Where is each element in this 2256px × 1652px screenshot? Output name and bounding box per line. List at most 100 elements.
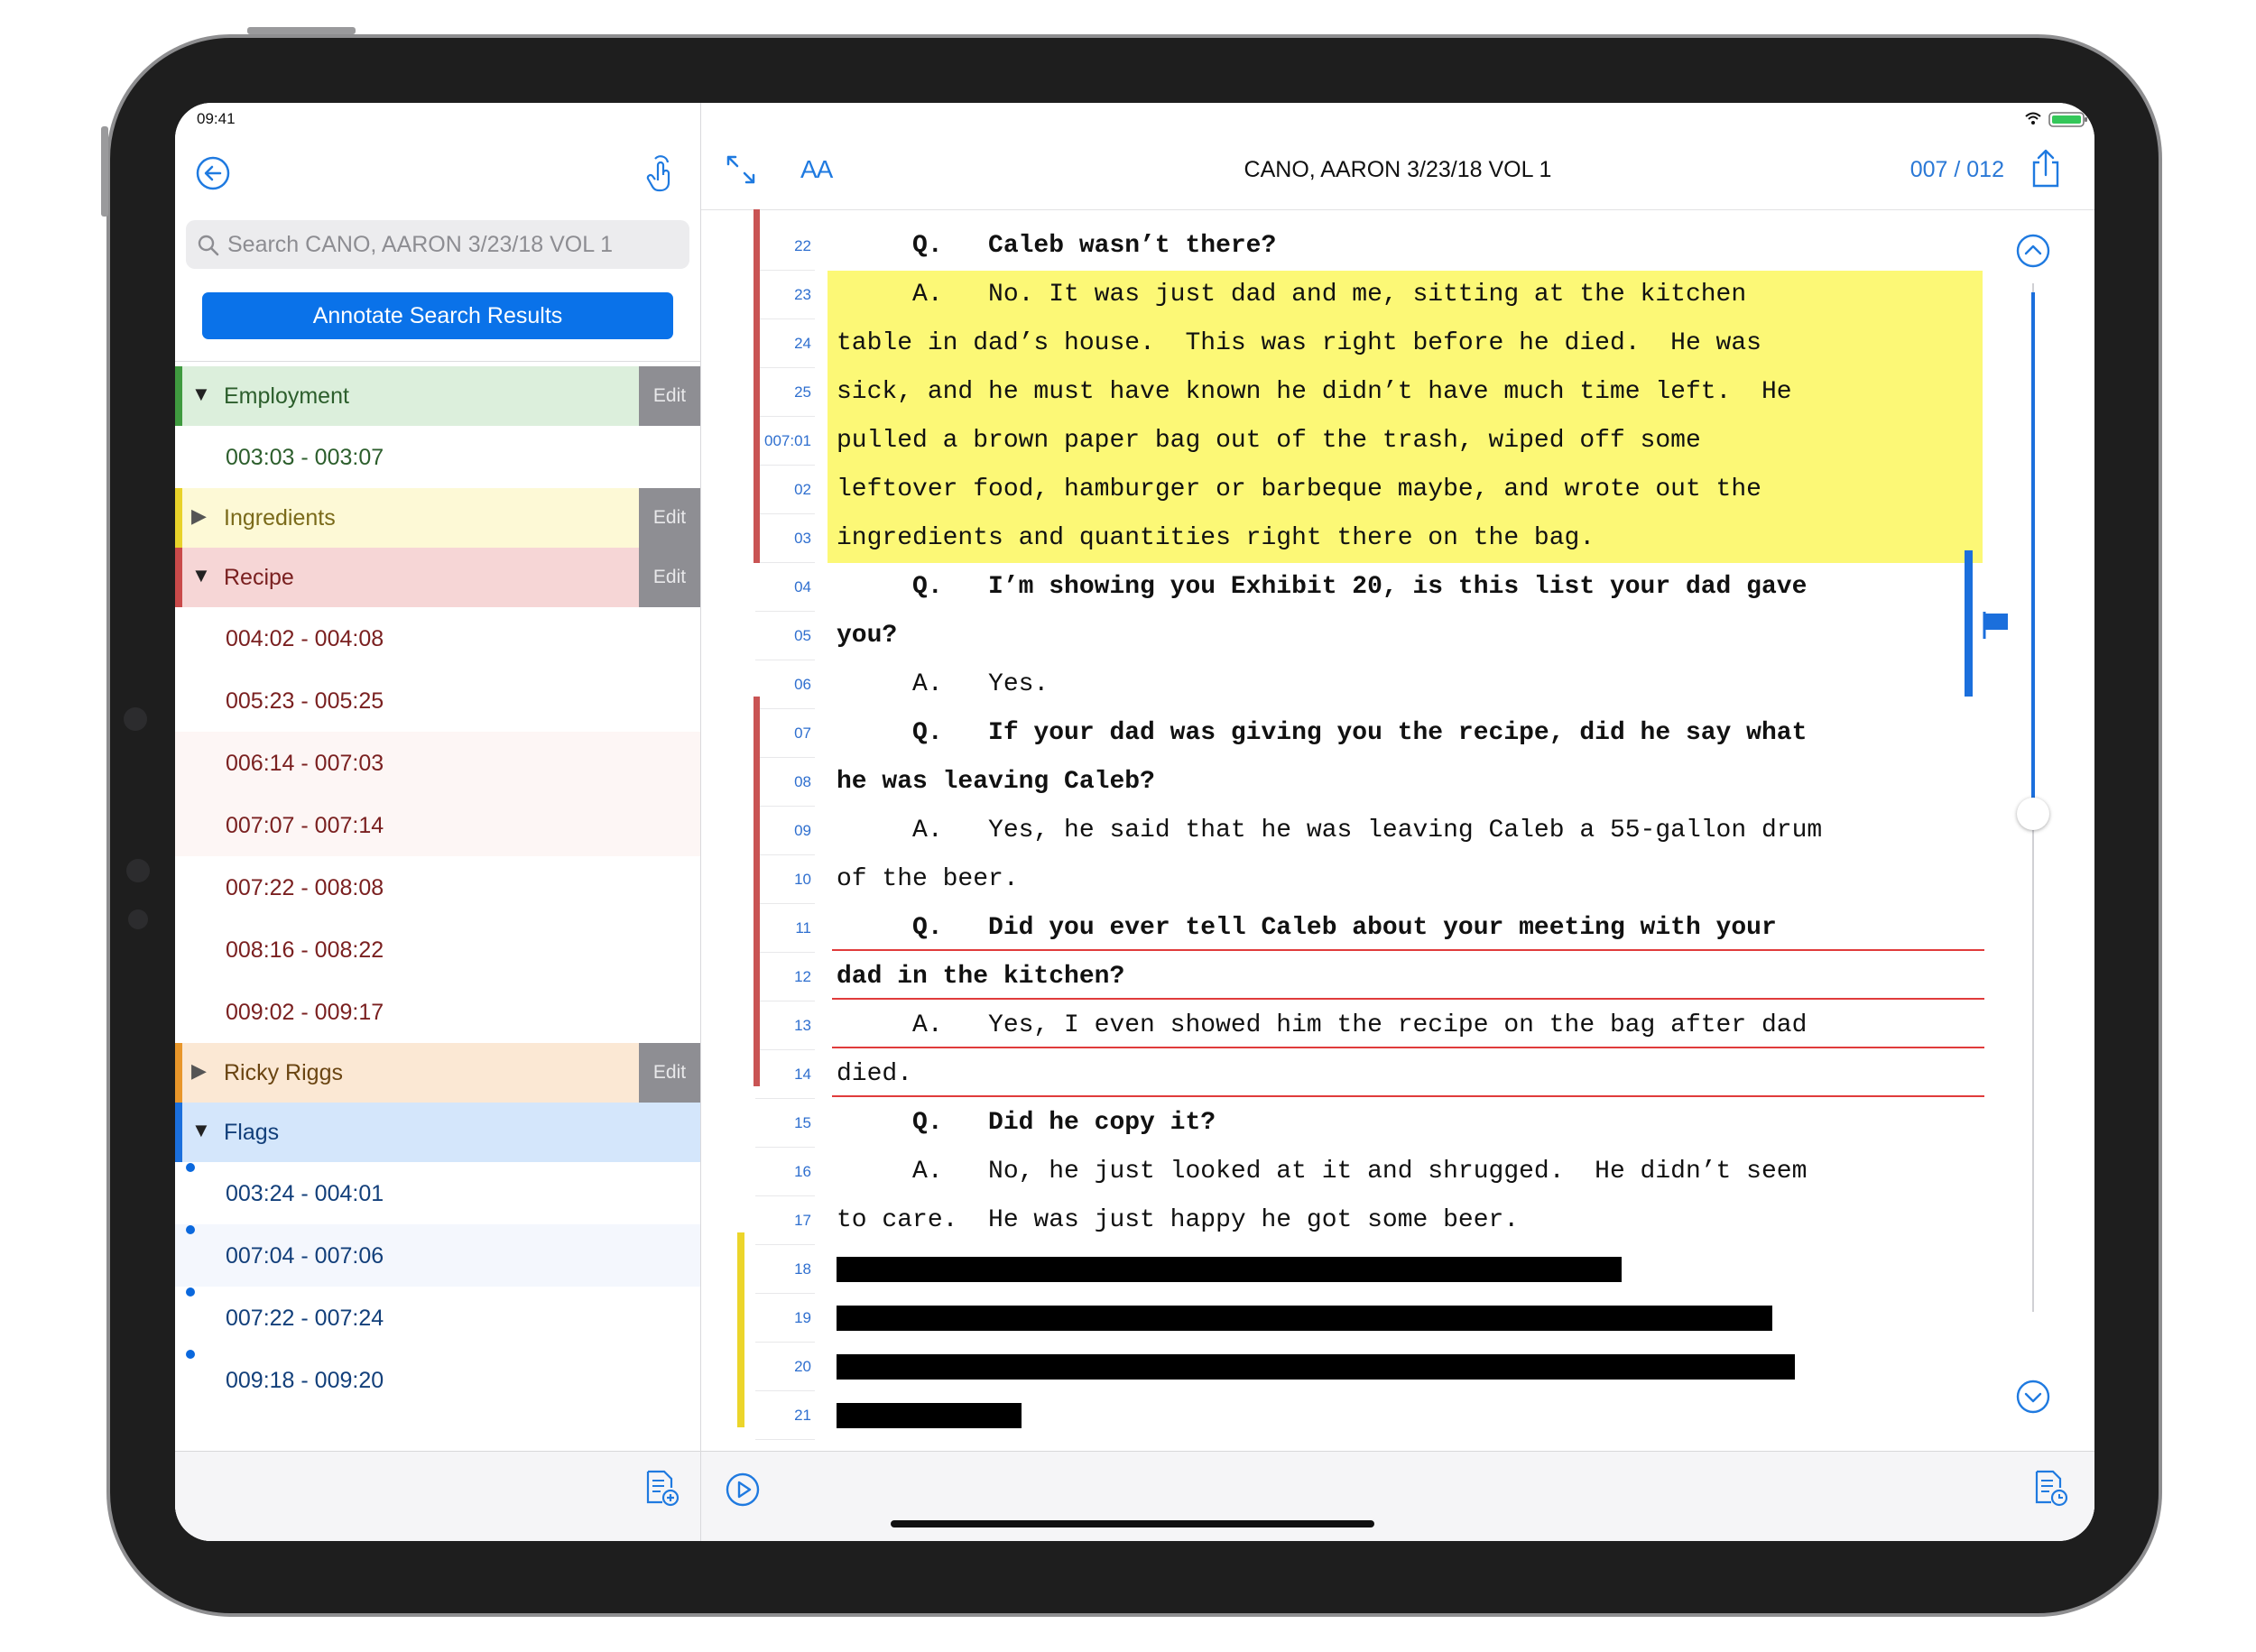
range-item[interactable]: 008:16 - 008:22 [175, 918, 700, 981]
range-label: 007:22 - 007:24 [226, 1306, 384, 1331]
category-recipe[interactable]: ▼ Recipe Edit [175, 548, 700, 607]
range-item[interactable]: 007:22 - 008:08 [175, 856, 700, 918]
transcript-line[interactable]: 12 dad in the kitchen? [701, 953, 2094, 1001]
flag-icon[interactable] [1981, 610, 2011, 641]
range-label: 005:23 - 005:25 [226, 688, 384, 714]
disclosure-expanded-icon[interactable]: ▼ [191, 383, 211, 406]
transcript-line[interactable]: 22 Q. Caleb wasn’t there? [701, 222, 2094, 271]
range-item[interactable]: 004:02 - 004:08 [175, 607, 700, 669]
sidebar-divider [175, 361, 700, 362]
line-number: 14 [755, 1050, 815, 1099]
document-history-icon[interactable] [2031, 1468, 2069, 1508]
line-number: 10 [755, 855, 815, 904]
transcript-line[interactable]: 13 A. Yes, I even showed him the recipe … [701, 1001, 2094, 1050]
range-item[interactable]: 005:23 - 005:25 [175, 669, 700, 732]
add-document-icon[interactable] [643, 1468, 680, 1508]
transcript-line[interactable]: 03 ingredients and quantities right there… [701, 514, 2094, 563]
line-number: 19 [755, 1294, 815, 1343]
search-input[interactable] [227, 220, 679, 269]
category-edit-button[interactable]: Edit [639, 1043, 700, 1103]
category-edit-button[interactable]: Edit [639, 366, 700, 426]
category-edit-button[interactable]: Edit [639, 548, 700, 607]
transcript-line[interactable]: 02 leftover food, hamburger or barbeque m… [701, 466, 2094, 514]
line-text: he was leaving Caleb? [837, 768, 1155, 796]
range-label: 003:03 - 003:07 [226, 445, 384, 470]
transcript-body[interactable]: 22 Q. Caleb wasn’t there? 23 A. No. It wa… [701, 209, 2094, 1451]
line-number: 04 [755, 563, 815, 612]
category-ricky-riggs[interactable]: ▶ Ricky Riggs Edit [175, 1043, 700, 1103]
play-icon[interactable] [725, 1472, 761, 1508]
line-number: 11 [755, 904, 815, 953]
scroll-down-icon[interactable] [2015, 1379, 2051, 1415]
redaction-bar [837, 1306, 1772, 1331]
transcript-line[interactable]: 19 [701, 1294, 2094, 1343]
category-name: Ingredients [224, 505, 336, 531]
transcript-line[interactable]: 08 he was leaving Caleb? [701, 758, 2094, 807]
transcript-line[interactable]: 06 A. Yes. [701, 660, 2094, 709]
recipe-margin-bar [754, 697, 760, 1086]
range-item[interactable]: 007:07 - 007:14 [175, 794, 700, 856]
transcript-line[interactable]: 16 A. No, he just looked at it and shrug… [701, 1148, 2094, 1196]
disclosure-collapsed-icon[interactable]: ▶ [191, 1059, 207, 1083]
category-color-bar [175, 366, 182, 426]
transcript-line[interactable]: 15 Q. Did he copy it? [701, 1099, 2094, 1148]
line-number: 06 [755, 660, 815, 709]
range-item[interactable]: 009:18 - 009:20 [175, 1349, 700, 1411]
line-text: to care. He was just happy he got some b… [837, 1206, 1520, 1234]
range-item[interactable]: 003:03 - 003:07 [175, 426, 700, 488]
category-flags[interactable]: ▼ Flags [175, 1103, 700, 1162]
transcript-line[interactable]: 07 Q. If your dad was giving you the rec… [701, 709, 2094, 758]
category-ingredients[interactable]: ▶ Ingredients Edit [175, 488, 700, 548]
range-item[interactable]: 006:14 - 007:03 [175, 732, 700, 794]
transcript-line[interactable]: 25 sick, and he must have known he didn’t… [701, 368, 2094, 417]
status-time: 09:41 [197, 110, 236, 127]
transcript-line[interactable]: 04 Q. I’m showing you Exhibit 20, is thi… [701, 563, 2094, 612]
line-text: Q. If your dad was giving you the recipe… [837, 719, 1808, 747]
transcript-line[interactable]: 17 to care. He was just happy he got some… [701, 1196, 2094, 1245]
scroll-knob[interactable] [2017, 798, 2049, 830]
transcript-line[interactable]: 18 [701, 1245, 2094, 1294]
touch-gesture-icon[interactable] [643, 153, 679, 193]
annotate-search-results-button[interactable]: Annotate Search Results [202, 292, 673, 339]
disclosure-expanded-icon[interactable]: ▼ [191, 564, 211, 587]
transcript-line[interactable]: 23 A. No. It was just dad and me, sittin… [701, 271, 2094, 319]
line-number: 17 [755, 1196, 815, 1245]
recipe-margin-bar [754, 209, 760, 563]
disclosure-expanded-icon[interactable]: ▼ [191, 1119, 211, 1142]
transcript-line[interactable]: 21 [701, 1391, 2094, 1440]
transcript-line[interactable]: 11 Q. Did you ever tell Caleb about your… [701, 904, 2094, 953]
transcript-line[interactable]: 05 you? [701, 612, 2094, 660]
search-icon [198, 235, 219, 256]
range-item[interactable]: 009:02 - 009:17 [175, 981, 700, 1043]
category-edit-button[interactable]: Edit [639, 488, 700, 548]
transcript-line[interactable]: 09 A. Yes, he said that he was leaving C… [701, 807, 2094, 855]
disclosure-collapsed-icon[interactable]: ▶ [191, 504, 207, 528]
line-text: A. Yes. [837, 670, 1049, 698]
transcript-line[interactable]: 007:01 pulled a brown paper bag out of th… [701, 417, 2094, 466]
category-color-bar [175, 548, 182, 607]
document-title: CANO, AARON 3/23/18 VOL 1 [1244, 157, 1552, 182]
category-color-bar [175, 1103, 182, 1162]
range-item[interactable]: 003:24 - 004:01 [175, 1162, 700, 1224]
line-number: 007:01 [755, 417, 815, 466]
range-label: 006:14 - 007:03 [226, 751, 384, 776]
search-field[interactable] [186, 220, 689, 269]
redaction-bar [837, 1354, 1795, 1380]
line-text: Q. Did you ever tell Caleb about your me… [837, 914, 1777, 942]
range-item[interactable]: 007:04 - 007:06 [175, 1224, 700, 1287]
range-item[interactable]: 007:22 - 007:24 [175, 1287, 700, 1349]
range-label: 007:07 - 007:14 [226, 813, 384, 838]
scroll-progress [2031, 292, 2035, 816]
underline-annotation [832, 998, 1984, 1000]
transcript-line[interactable]: 20 [701, 1343, 2094, 1391]
page-indicator[interactable]: 007 / 012 [1910, 157, 2004, 183]
transcript-line[interactable]: 24 table in dad’s house. This was right b… [701, 319, 2094, 368]
underline-annotation [832, 1047, 1984, 1048]
category-employment[interactable]: ▼ Employment Edit [175, 366, 700, 426]
range-label: 007:22 - 008:08 [226, 875, 384, 900]
share-icon[interactable] [2028, 148, 2064, 189]
transcript-line[interactable]: 14 died. [701, 1050, 2094, 1099]
scroll-up-icon[interactable] [2015, 233, 2051, 269]
back-arrow-icon[interactable] [195, 155, 231, 191]
transcript-line[interactable]: 10 of the beer. [701, 855, 2094, 904]
